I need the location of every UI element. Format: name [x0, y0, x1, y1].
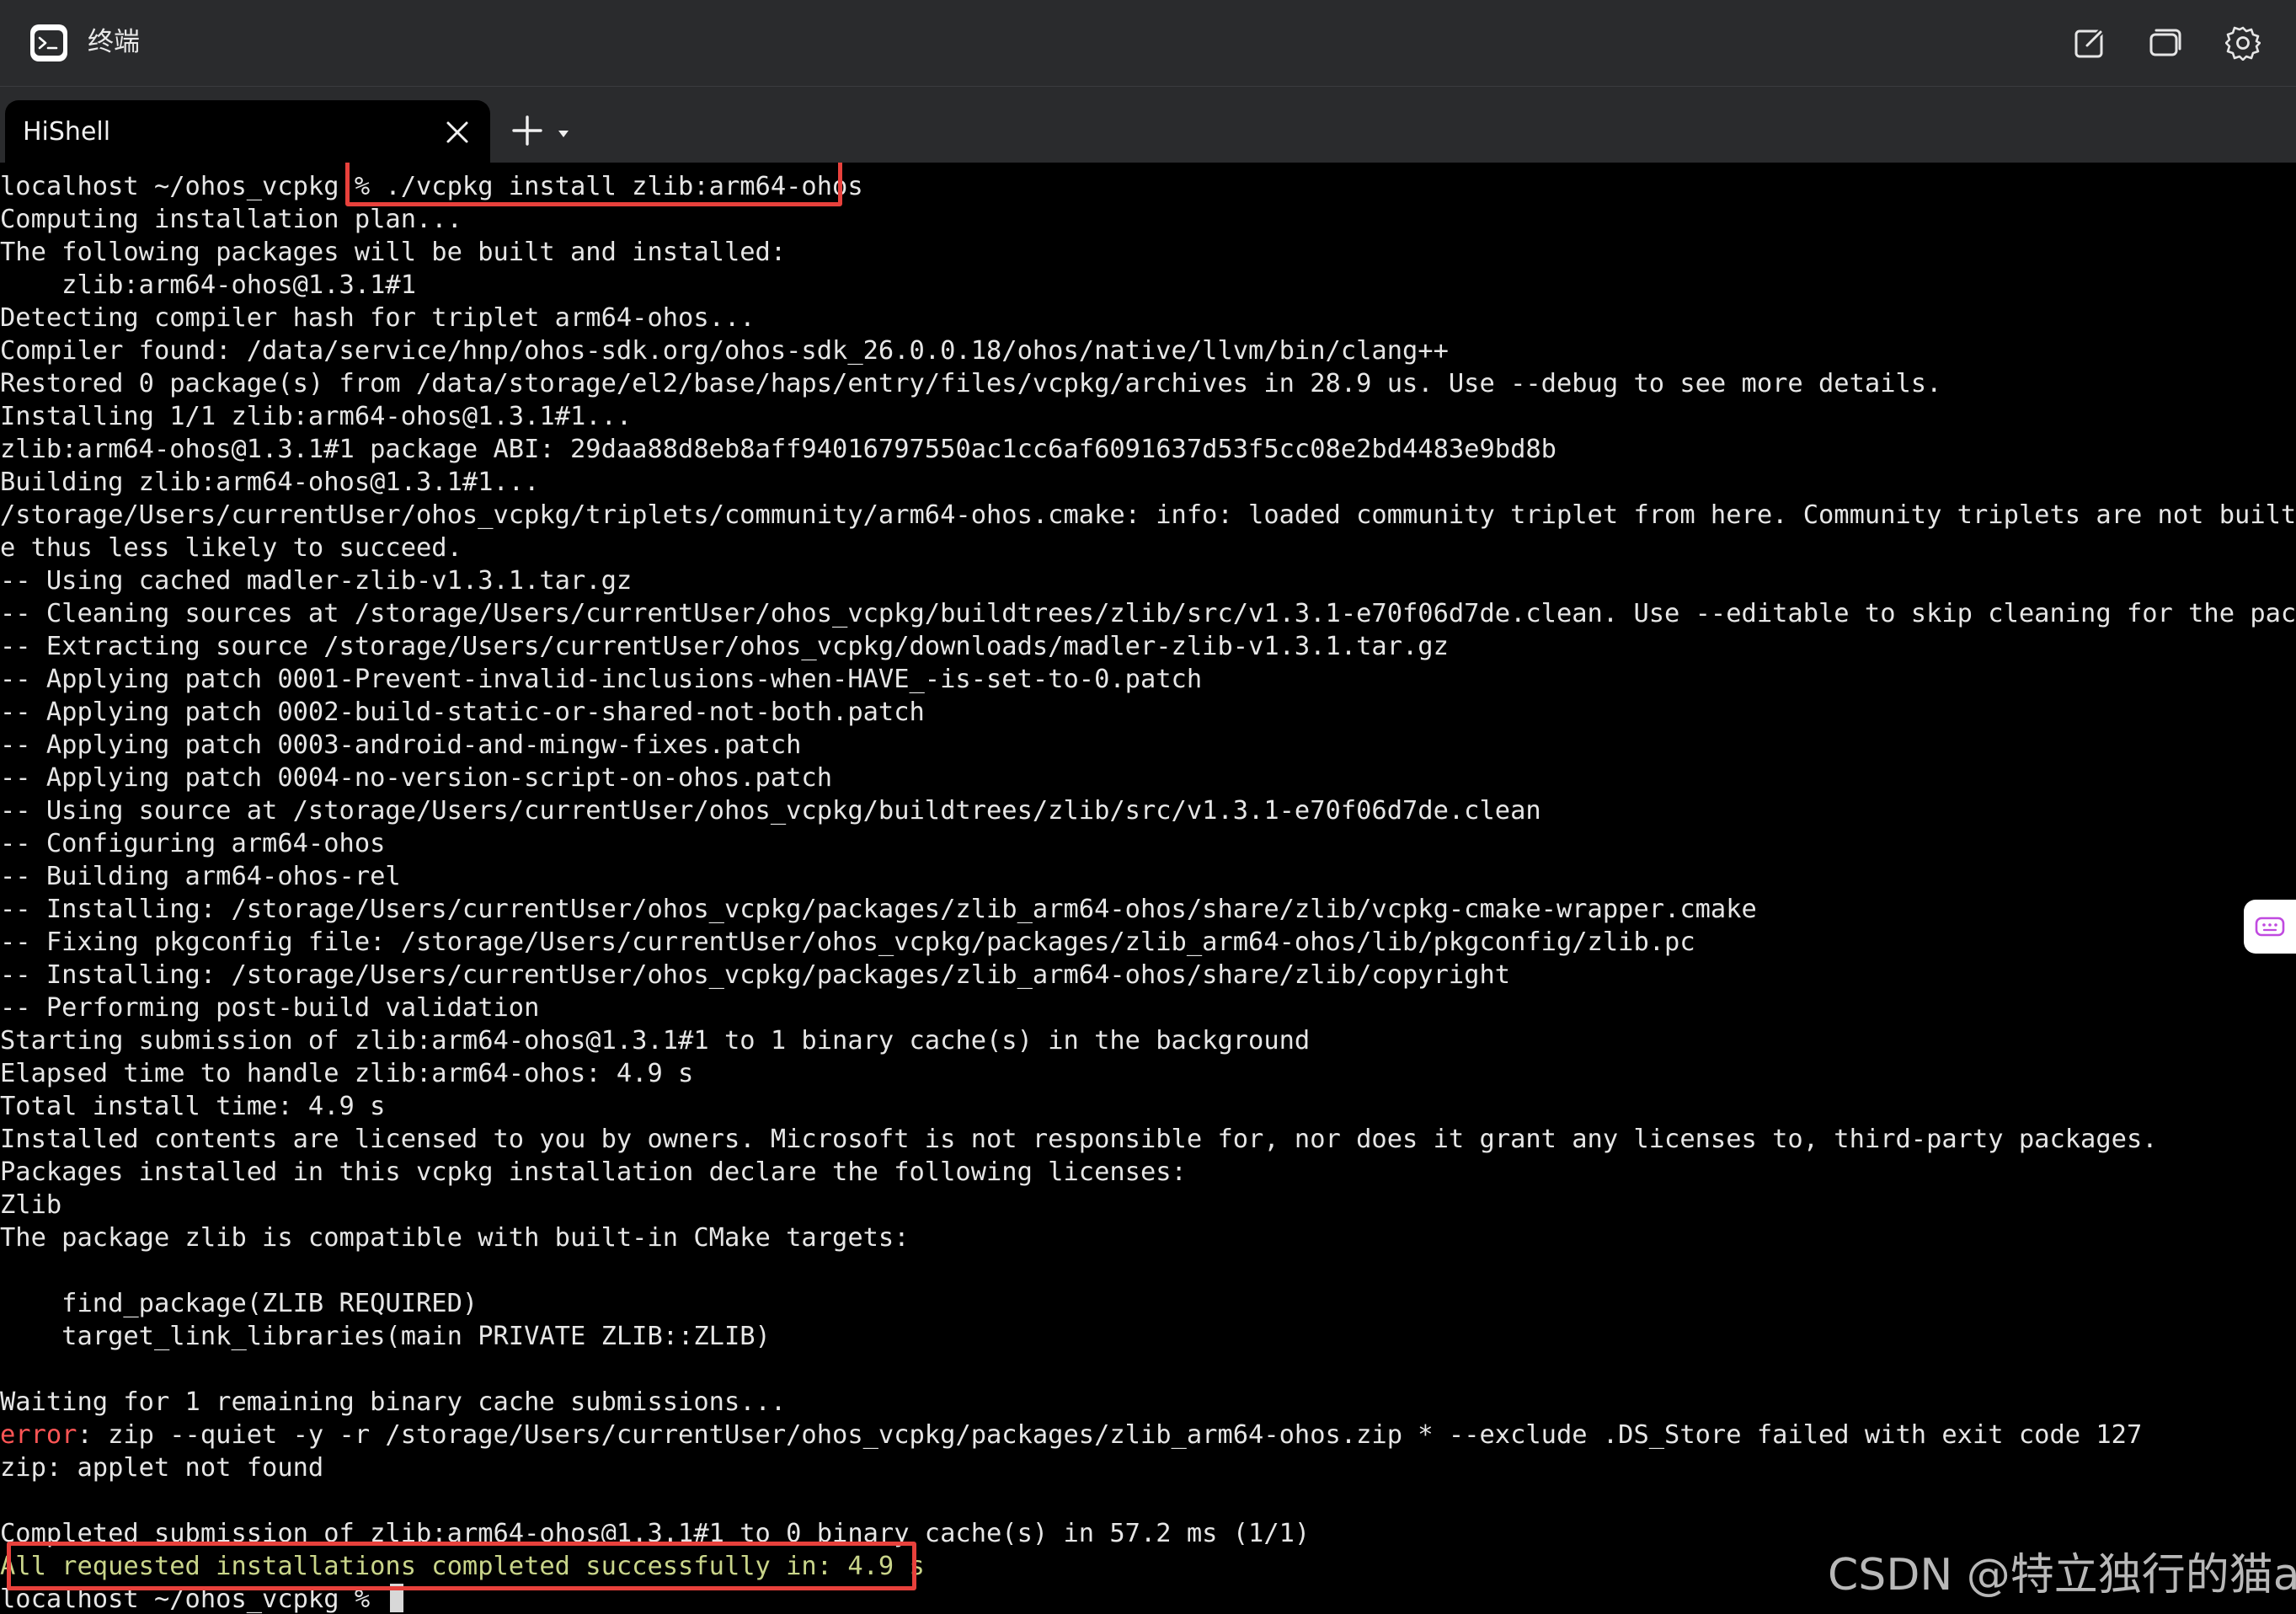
terminal-line: -- Installing: /storage/Users/currentUse…	[0, 895, 1757, 924]
gear-icon	[2225, 26, 2261, 61]
terminal-line: -- Configuring arm64-ohos	[0, 829, 386, 858]
terminal-line: -- Building arm64-ohos-rel	[0, 862, 401, 891]
error-message: : zip --quiet -y -r /storage/Users/curre…	[77, 1420, 2143, 1450]
terminal-output[interactable]: localhost ~/ohos_vcpkg % ./vcpkg install…	[0, 163, 2296, 1614]
success-highlight-box	[7, 1542, 916, 1590]
tab-close-button[interactable]	[443, 118, 472, 147]
error-label: error	[0, 1420, 77, 1450]
title-bar: 终端	[0, 0, 2296, 87]
terminal-line: Computing installation plan...	[0, 205, 462, 234]
new-window-icon	[2074, 28, 2105, 58]
terminal-line: Total install time: 4.9 s	[0, 1092, 386, 1121]
tab-hishell[interactable]: HiShell	[5, 100, 490, 163]
watermark: CSDN @特立独行的猫a	[1828, 1550, 2296, 1601]
window-title: 终端	[88, 27, 140, 57]
terminal-line: Building zlib:arm64-ohos@1.3.1#1...	[0, 468, 540, 497]
terminal-line: -- Applying patch 0002-build-static-or-s…	[0, 697, 925, 727]
terminal-line: zip: applet not found	[0, 1453, 324, 1483]
terminal-line: Restored 0 package(s) from /data/storage…	[0, 369, 1942, 398]
error-line: error: zip --quiet -y -r /storage/Users/…	[0, 1419, 2142, 1451]
new-window-button[interactable]	[2070, 24, 2109, 62]
terminal-line: -- Fixing pkgconfig file: /storage/Users…	[0, 927, 1695, 957]
window-switch-button[interactable]	[2146, 24, 2185, 62]
terminal-line: Installed contents are licensed to you b…	[0, 1125, 2158, 1154]
new-tab-dropdown[interactable]	[557, 126, 570, 137]
terminal-line: e thus less likely to succeed.	[0, 533, 462, 563]
terminal-line: The following packages will be built and…	[0, 238, 787, 267]
command-highlight-box	[345, 163, 842, 206]
terminal-line: -- Applying patch 0001-Prevent-invalid-i…	[0, 665, 1203, 694]
keyboard-assist-icon	[2255, 917, 2285, 937]
terminal-line: -- Installing: /storage/Users/currentUse…	[0, 960, 1511, 990]
tab-label: HiShell	[23, 117, 111, 147]
tab-bar: HiShell	[0, 87, 2296, 163]
close-icon	[446, 121, 468, 143]
terminal-line: -- Extracting source /storage/Users/curr…	[0, 632, 1449, 661]
terminal-line: -- Using source at /storage/Users/curren…	[0, 796, 1541, 826]
plus-icon	[512, 115, 542, 146]
terminal-line: -- Applying patch 0004-no-version-script…	[0, 763, 833, 793]
terminal-line: target_link_libraries(main PRIVATE ZLIB:…	[0, 1322, 771, 1351]
terminal-line: /storage/Users/currentUser/ohos_vcpkg/tr…	[0, 500, 2296, 530]
terminal-line: Detecting compiler hash for triplet arm6…	[0, 303, 756, 333]
terminal-app-icon	[30, 24, 67, 61]
terminal-line: zlib:arm64-ohos@1.3.1#1	[0, 270, 417, 300]
terminal-line: -- Applying patch 0003-android-and-mingw…	[0, 730, 802, 760]
terminal-line: Elapsed time to handle zlib:arm64-ohos: …	[0, 1059, 694, 1088]
terminal-line: Starting submission of zlib:arm64-ohos@1…	[0, 1026, 1311, 1056]
terminal-line: -- Performing post-build validation	[0, 993, 540, 1023]
terminal-line: Zlib	[0, 1190, 62, 1220]
terminal-line: The package zlib is compatible with buil…	[0, 1223, 910, 1253]
caret-down-icon	[558, 131, 569, 137]
terminal-line: -- Using cached madler-zlib-v1.3.1.tar.g…	[0, 566, 633, 596]
terminal-line: -- Cleaning sources at /storage/Users/cu…	[0, 599, 2296, 628]
side-assist-button[interactable]	[2244, 900, 2296, 954]
settings-button[interactable]	[2224, 24, 2262, 62]
terminal-line: Compiler found: /data/service/hnp/ohos-s…	[0, 336, 1449, 366]
window-switch-icon	[2149, 29, 2181, 56]
terminal-line: Installing 1/1 zlib:arm64-ohos@1.3.1#1..…	[0, 402, 633, 431]
terminal-line: zlib:arm64-ohos@1.3.1#1 package ABI: 29d…	[0, 435, 1556, 464]
new-tab-button[interactable]	[510, 114, 544, 147]
terminal-line: Waiting for 1 remaining binary cache sub…	[0, 1387, 787, 1417]
terminal-line: find_package(ZLIB REQUIRED)	[0, 1289, 478, 1318]
terminal-line: Packages installed in this vcpkg install…	[0, 1157, 1187, 1187]
